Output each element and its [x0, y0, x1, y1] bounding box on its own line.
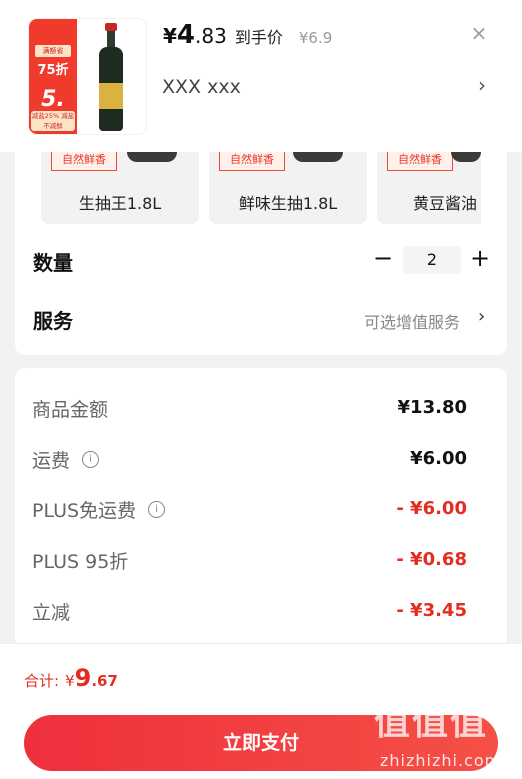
breakdown-row-value: ¥13.80 [397, 397, 467, 418]
price-label: 到手价 [234, 28, 283, 47]
option-badge: 自然鲜香 [51, 152, 117, 171]
price-decimal: .83 [195, 24, 227, 48]
order-total: 合计: ¥ 9 .67 [24, 664, 118, 692]
price-currency: ¥ [163, 24, 177, 48]
final-price: ¥ 4 .83 到手价 ¥6.9 [163, 20, 332, 50]
breakdown-row-value: - ¥3.45 [396, 600, 467, 621]
promo-strip: 满额省 75折 5. 减盐25% 减盐不减鲜 [29, 19, 77, 134]
product-header: 满额省 75折 5. 减盐25% 减盐不减鲜 ¥ 4 .83 到手价 ¥6.9 … [0, 0, 522, 152]
quantity-increase-button[interactable]: + [469, 244, 491, 272]
option-badge: 自然鲜香 [219, 152, 285, 171]
breakdown-row-label: PLUS免运费 i [32, 496, 166, 523]
breakdown-row-value: ¥6.00 [410, 448, 467, 469]
options-card: 自然鲜香 生抽王1.8L 自然鲜香 鲜味生抽1.8L 自然鲜香 黄豆酱油 数量 … [15, 152, 507, 355]
service-label: 服务 [33, 309, 73, 333]
option-label: 黄豆酱油 [413, 194, 478, 213]
promo-price: 5. [41, 87, 65, 112]
original-price: ¥6.9 [298, 29, 333, 47]
option-card[interactable]: 自然鲜香 生抽王1.8L [41, 152, 199, 224]
soy-sauce-bottle-icon [97, 23, 125, 131]
promo-foot: 减盐25% 减盐不减鲜 [31, 111, 75, 131]
total-label: 合计: [24, 672, 60, 690]
promo-discount: 75折 [37, 63, 69, 78]
quantity-input[interactable]: 2 [403, 246, 461, 274]
promo-top-text: 满额省 [35, 45, 71, 57]
option-card[interactable]: 自然鲜香 鲜味生抽1.8L [209, 152, 367, 224]
bottle-cap-icon [293, 152, 343, 162]
total-decimal: .67 [91, 672, 118, 690]
breakdown-row-label: PLUS 95折 [32, 551, 129, 573]
chevron-right-icon[interactable]: › [478, 73, 486, 97]
product-thumbnail[interactable]: 满额省 75折 5. 减盐25% 减盐不减鲜 [28, 18, 147, 135]
total-integer: 9 [74, 664, 92, 692]
watermark-site: zhizhizhi.com [380, 751, 502, 770]
option-card[interactable]: 自然鲜香 黄豆酱油 [377, 152, 481, 224]
breakdown-row-label: 立减 [32, 602, 71, 624]
chevron-right-icon[interactable]: › [478, 306, 485, 327]
breakdown-row-label: 商品金额 [32, 399, 109, 421]
watermark-logo: 值值值 [374, 702, 489, 743]
close-icon[interactable]: × [468, 22, 490, 44]
bottle-cap-icon [451, 152, 481, 162]
quantity-decrease-button[interactable]: − [373, 244, 393, 272]
quantity-label: 数量 [33, 251, 73, 275]
total-currency: ¥ [65, 672, 75, 690]
service-hint[interactable]: 可选增值服务 [364, 309, 460, 333]
option-badge: 自然鲜香 [387, 152, 453, 171]
breakdown-row-value: - ¥6.00 [396, 498, 467, 519]
price-breakdown-card: 商品金额 ¥13.80 运费 i ¥6.00 PLUS免运费 i - ¥6.00 P… [15, 368, 507, 648]
option-label: 生抽王1.8L [78, 194, 162, 213]
price-integer: 4 [176, 20, 196, 50]
breakdown-row-value: - ¥0.68 [396, 549, 467, 570]
info-icon[interactable]: i [148, 501, 166, 518]
breakdown-row-label: 运费 i [32, 446, 100, 473]
info-icon[interactable]: i [82, 451, 100, 468]
option-label: 鲜味生抽1.8L [238, 194, 338, 213]
selected-variant[interactable]: XXX xxx [162, 76, 241, 98]
bottle-cap-icon [127, 152, 177, 162]
